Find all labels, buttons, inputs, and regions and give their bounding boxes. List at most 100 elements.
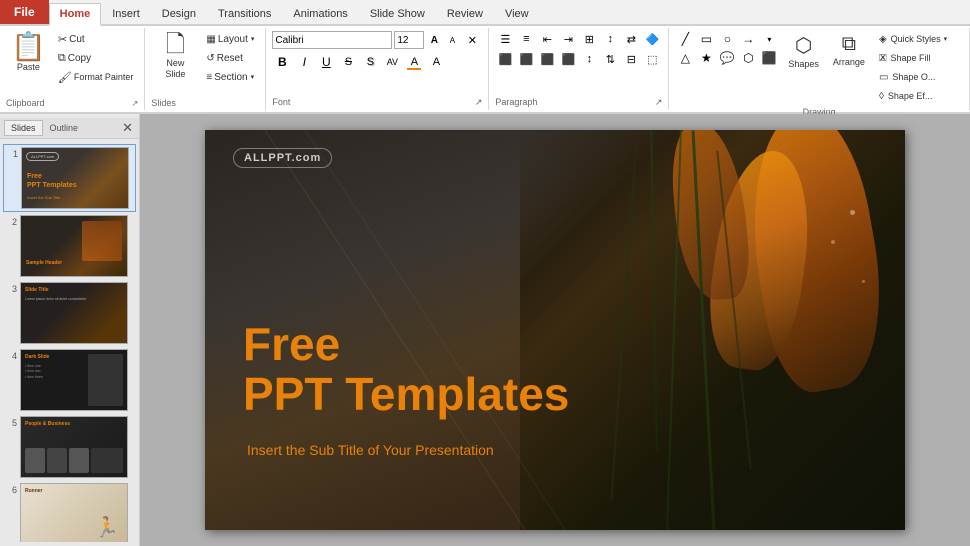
font-highlight-button[interactable]: A [426,52,446,72]
justify-button[interactable]: ⬛ [558,50,578,68]
line-spacing-button[interactable]: ↕ [579,50,599,68]
title-line1: Free [243,319,569,370]
arrange-icon: ⧉ [842,33,856,56]
file-tab[interactable]: File [0,0,49,24]
slide-thumb-1[interactable]: 1 ALLPPT.com FreePPT Templates Insert th… [3,144,136,212]
slide-image-6: Runner 🏃 [20,483,128,542]
shapes-panel: ╱ ▭ ○ → ▾ △ ★ 💬 ⬡ ⬛ [675,30,779,67]
shape-outline-button[interactable]: ▭ Shape O... [874,68,952,86]
paste-label: Paste [17,62,40,72]
shape-arrow[interactable]: → [738,30,758,48]
bullets-button[interactable]: ☰ [495,30,515,48]
slide-thumb-4[interactable]: 4 Dark Slide • Item one• Item two• Item … [3,347,136,413]
slide-thumb-6[interactable]: 6 Runner 🏃 [3,481,136,542]
new-slide-button[interactable]: 🗋 NewSlide [151,30,199,83]
increase-indent-button[interactable]: ⇥ [558,30,578,48]
font-name-input[interactable] [272,31,392,49]
font-expand[interactable]: ↗ [475,97,483,108]
outline-tab[interactable]: Outline [43,120,86,136]
layout-button[interactable]: ▦ Layout ▾ [201,30,259,48]
slide-thumb-2[interactable]: 2 Sample Header [3,213,136,279]
font-color-button[interactable]: A [404,52,424,72]
new-slide-icon: 🗋 [166,33,185,57]
tab-transitions[interactable]: Transitions [207,3,282,24]
align-left-button[interactable]: ⬛ [495,50,515,68]
slide-num-3: 3 [5,282,17,294]
underline-button[interactable]: U [316,52,336,72]
tab-design[interactable]: Design [151,3,207,24]
canvas-area: ALLPPT.com Free PPT Templates Insert the… [140,114,970,546]
text-dir2-button[interactable]: ⬚ [642,50,662,68]
decrease-indent-button[interactable]: ⇤ [537,30,557,48]
columns-button[interactable]: ⊞ [579,30,599,48]
section-button[interactable]: ≡ Section ▾ [201,68,259,86]
shape-eq[interactable]: ⬡ [738,49,758,67]
columns2-button[interactable]: ⊟ [621,50,641,68]
italic-button[interactable]: I [294,52,314,72]
slides-group: 🗋 NewSlide ▦ Layout ▾ ↺ Reset ≡ [145,28,266,110]
shape-block[interactable]: ⬛ [759,49,779,67]
shape-line[interactable]: ╱ [675,30,695,48]
reset-button[interactable]: ↺ Reset [201,49,259,67]
slide-thumb-5[interactable]: 5 People & Business [3,414,136,480]
tab-animations[interactable]: Animations [282,3,358,24]
tab-review[interactable]: Review [436,3,494,24]
slide-num-1: 1 [6,147,18,159]
strikethrough-button[interactable]: S [338,52,358,72]
arrange-label: Arrange [833,57,865,67]
quick-styles-label: Quick Styles [891,34,941,44]
slide-num-5: 5 [5,416,17,428]
shape-effects-button[interactable]: ◊ Shape Ef... [874,87,952,105]
layout-icon: ▦ [206,34,215,45]
font-size-down-button[interactable]: A [444,31,460,49]
align-center-button[interactable]: ⬛ [516,50,536,68]
para-spacing-button[interactable]: ⇅ [600,50,620,68]
shapes-button[interactable]: ⬡ Shapes [783,30,824,72]
clear-format-button[interactable]: ✕ [462,30,482,50]
slide-image-5: People & Business [20,416,128,478]
slides-tab[interactable]: Slides [4,120,43,136]
section-dropdown-icon: ▾ [251,73,255,81]
title-line2: PPT Templates [243,369,569,420]
convert-button[interactable]: ⇄ [621,30,641,48]
panel-close-button[interactable]: ✕ [120,120,135,136]
tab-home[interactable]: Home [49,3,102,26]
copy-icon: ⧉ [58,52,66,65]
paste-button[interactable]: 📋 Paste [6,30,51,75]
quick-styles-button[interactable]: ◈ Quick Styles ▾ [874,30,952,48]
shape-rect[interactable]: ▭ [696,30,716,48]
section-label: Section [214,72,247,83]
shape-circle[interactable]: ○ [717,30,737,48]
shape-fill-button[interactable]: 🗷 Shape Fill [874,49,952,67]
format-painter-label: Format Painter [74,72,134,82]
cut-button[interactable]: ✂ Cut [53,30,139,48]
shape-star[interactable]: ★ [696,49,716,67]
align-right-button[interactable]: ⬛ [537,50,557,68]
char-spacing-button[interactable]: AV [382,52,402,72]
shape-callout[interactable]: 💬 [717,49,737,67]
paragraph-expand[interactable]: ↗ [655,97,663,108]
shadow-button[interactable]: S [360,52,380,72]
font-size-input[interactable] [394,31,424,49]
text-direction-button[interactable]: ↕ [600,30,620,48]
shape-triangle[interactable]: △ [675,49,695,67]
copy-button[interactable]: ⧉ Copy [53,49,139,67]
smart-art-button[interactable]: 🔷 [642,30,662,48]
tab-insert[interactable]: Insert [101,3,151,24]
shape-more[interactable]: ▾ [759,30,779,48]
shape-outline-icon: ▭ [879,72,888,83]
reset-label: Reset [217,53,243,64]
main-slide[interactable]: ALLPPT.com Free PPT Templates Insert the… [205,130,905,530]
format-painter-icon: 🖌 [58,71,72,84]
arrange-button[interactable]: ⧉ Arrange [828,30,870,70]
slide-image-1: ALLPPT.com FreePPT Templates Insert the … [21,147,129,209]
tab-slideshow[interactable]: Slide Show [359,3,436,24]
tab-view[interactable]: View [494,3,540,24]
format-painter-button[interactable]: 🖌 Format Painter [53,68,139,86]
numbering-button[interactable]: ≡ [516,30,536,48]
bold-button[interactable]: B [272,52,292,72]
clipboard-expand[interactable]: ↗ [132,99,139,108]
paragraph-label: Paragraph [495,97,537,108]
slide-thumb-3[interactable]: 3 Slide Title Lorem ipsum dolor sit amet… [3,280,136,346]
font-size-up-button[interactable]: A [426,31,442,49]
